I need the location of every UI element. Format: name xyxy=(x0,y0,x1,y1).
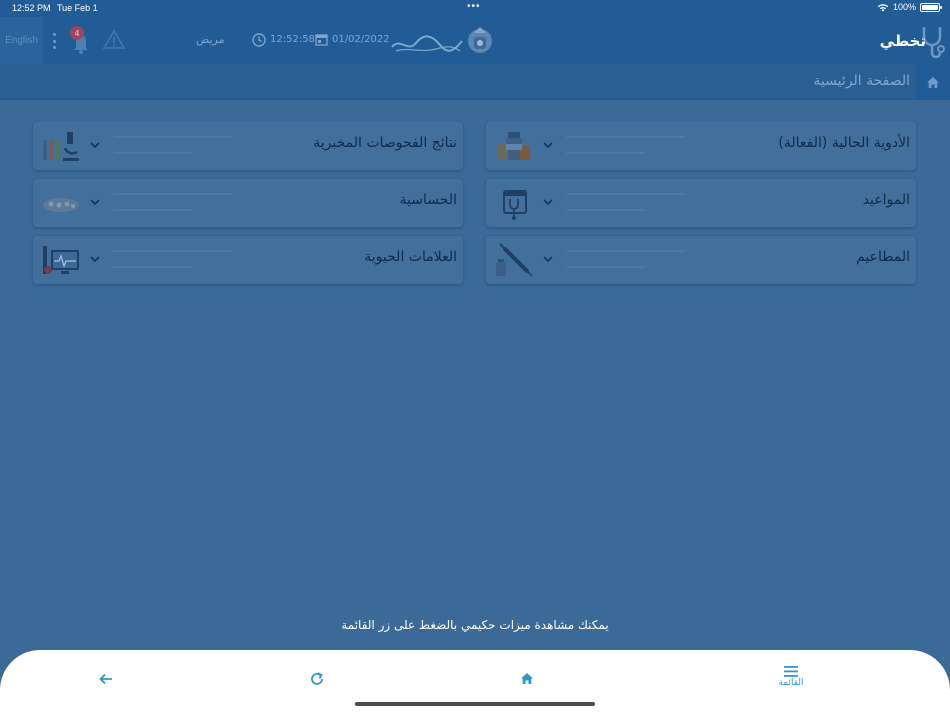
page-title: الصفحة الرئيسية xyxy=(813,73,910,89)
card-ghost-line xyxy=(566,266,646,268)
chevron-down-icon[interactable] xyxy=(89,139,101,151)
breadcrumb-home-button[interactable] xyxy=(916,64,950,100)
card-ghost-line xyxy=(113,136,233,138)
main-content: الأدوية الحالية (الفعالة) المواعيد المطا… xyxy=(0,100,950,650)
card-ghost-line xyxy=(566,193,686,195)
refresh-button[interactable] xyxy=(297,666,337,696)
card-ghost-line xyxy=(566,209,646,211)
status-right: 100% xyxy=(877,2,942,12)
home-icon xyxy=(927,76,939,88)
medicine-bottles-icon xyxy=(498,132,530,160)
ministry-logo-icon xyxy=(391,27,492,53)
user-role: مريض xyxy=(196,33,225,46)
arrow-left-icon xyxy=(99,673,112,685)
card-label: العلامات الحيوية xyxy=(364,249,457,265)
card-ghost-line xyxy=(113,250,233,252)
card-label: الأدوية الحالية (الفعالة) xyxy=(778,135,910,151)
card-vital-signs[interactable]: العلامات الحيوية xyxy=(33,236,463,284)
vital-monitor-icon xyxy=(43,246,79,274)
calendar-stethoscope-icon xyxy=(503,190,527,220)
card-ghost-line xyxy=(113,209,193,211)
chevron-down-icon[interactable] xyxy=(89,253,101,265)
hamburger-menu-icon xyxy=(784,666,798,677)
card-label: الحساسية xyxy=(399,192,457,208)
app-logo: تخطي xyxy=(880,23,946,59)
chevron-down-icon[interactable] xyxy=(542,253,554,265)
menu-hint-text: يمكنك مشاهدة ميزات حكيمي بالضغط على زر ا… xyxy=(341,618,609,632)
card-vaccinations[interactable]: المطاعيم xyxy=(486,236,916,284)
card-current-medications[interactable]: الأدوية الحالية (الفعالة) xyxy=(486,122,916,170)
bottom-nav: القائمة xyxy=(0,650,950,712)
pills-icon xyxy=(43,198,79,212)
lab-microscope-icon xyxy=(43,132,79,161)
menu-label: القائمة xyxy=(778,678,804,688)
chevron-down-icon[interactable] xyxy=(542,196,554,208)
card-label: المطاعيم xyxy=(856,249,910,265)
refresh-icon xyxy=(311,672,323,685)
chevron-down-icon[interactable] xyxy=(89,196,101,208)
card-ghost-line xyxy=(113,266,193,268)
battery-percent: 100% xyxy=(892,2,916,12)
clock-time: 12:52:58 xyxy=(270,34,315,45)
card-ghost-line xyxy=(566,136,686,138)
menu-button[interactable]: القائمة xyxy=(771,666,811,696)
notifications-button[interactable]: 4 xyxy=(68,26,94,54)
card-allergies[interactable]: الحساسية xyxy=(33,179,463,227)
language-button[interactable]: English xyxy=(0,17,43,64)
calendar-icon xyxy=(315,34,328,46)
battery-icon xyxy=(920,2,942,12)
more-options-icon[interactable] xyxy=(52,33,56,49)
wifi-icon xyxy=(877,3,889,11)
app-name: تخطي xyxy=(879,32,926,50)
header-date: 01/02/2022 xyxy=(332,34,390,45)
card-label: نتائج الفحوصات المخبرية xyxy=(313,135,457,151)
syringe-icon xyxy=(496,243,533,277)
home-button[interactable] xyxy=(507,666,547,696)
status-bar: 12:52 PM Tue Feb 1 ••• 100% xyxy=(0,0,950,17)
card-lab-results[interactable]: نتائج الفحوصات المخبرية xyxy=(33,122,463,170)
app-header: English 4 مريض 12:52:58 01/02/2022 تخطي xyxy=(0,17,950,64)
home-icon xyxy=(521,673,533,684)
card-appointments[interactable]: المواعيد xyxy=(486,179,916,227)
alert-icon[interactable] xyxy=(102,28,126,52)
clock-icon xyxy=(252,33,266,47)
card-ghost-line xyxy=(113,193,233,195)
multitask-dots[interactable]: ••• xyxy=(467,1,481,12)
chevron-down-icon[interactable] xyxy=(542,139,554,151)
status-time: 12:52 PM xyxy=(12,3,51,13)
home-indicator[interactable] xyxy=(355,702,595,706)
status-date: Tue Feb 1 xyxy=(57,3,98,13)
card-ghost-line xyxy=(566,250,686,252)
back-button[interactable] xyxy=(86,666,126,696)
card-label: المواعيد xyxy=(862,192,910,208)
card-ghost-line xyxy=(113,152,193,154)
notification-badge: 4 xyxy=(70,26,84,40)
card-ghost-line xyxy=(566,152,646,154)
breadcrumb: الصفحة الرئيسية xyxy=(0,64,950,100)
